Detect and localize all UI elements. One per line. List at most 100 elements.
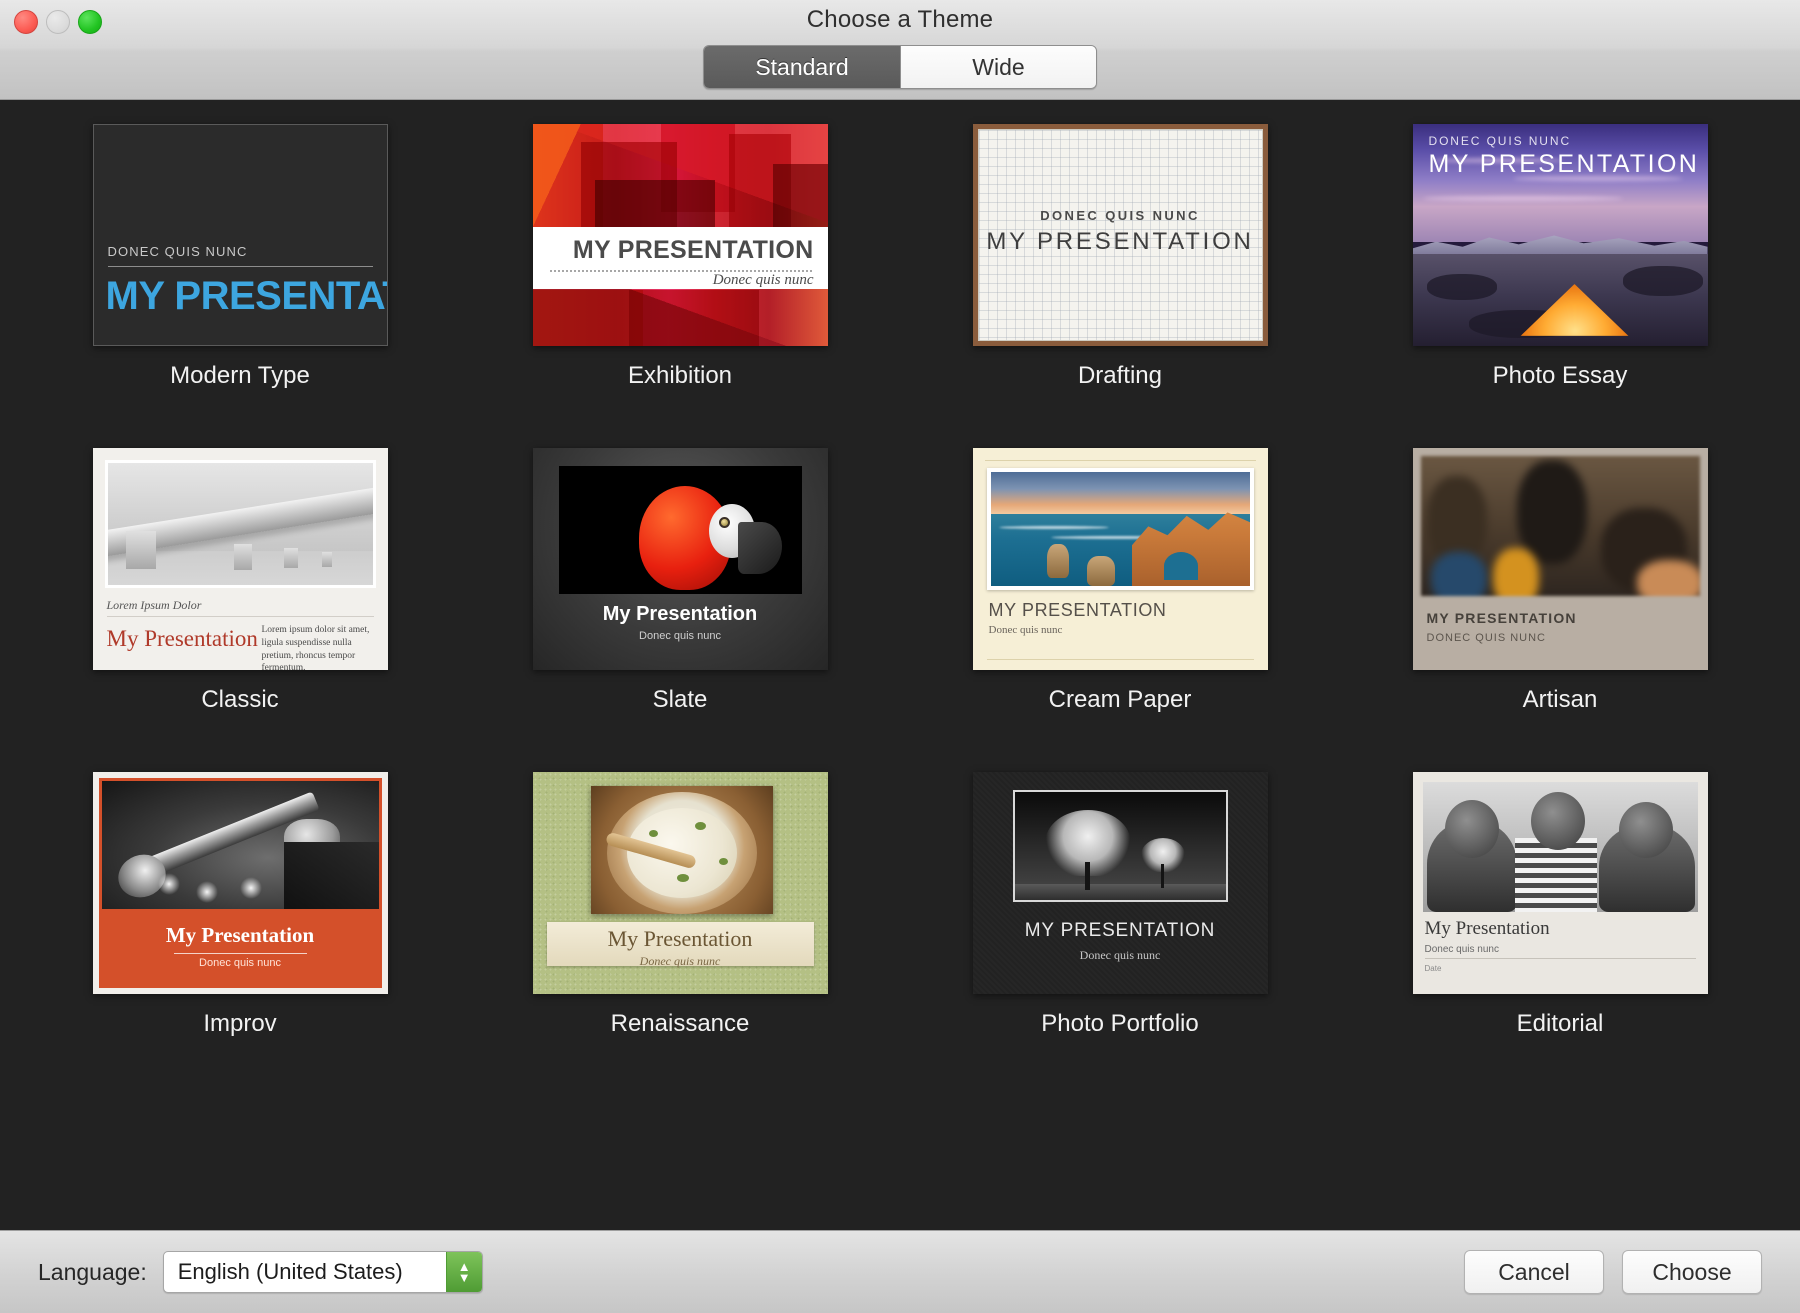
theme-preview-photo-essay[interactable]: DONEC QUIS NUNC MY PRESENTATION (1412, 124, 1708, 346)
theme-preview-editorial[interactable]: My Presentation Donec quis nunc Date (1412, 772, 1708, 994)
theme-item-editorial[interactable]: My Presentation Donec quis nunc Date Edi… (1380, 772, 1740, 1096)
theme-item-improv[interactable]: My Presentation Donec quis nunc Improv (60, 772, 420, 1096)
preview-title: MY PRESENTATION (1024, 920, 1216, 941)
theme-thumbnail-wrapper[interactable]: My Presentation Donec quis nunc (532, 772, 828, 994)
preview-photo (986, 468, 1254, 590)
theme-thumbnail-wrapper[interactable]: MY PRESENTATION Donec quis nunc (972, 448, 1268, 670)
preview-bottom-rule (986, 659, 1254, 660)
theme-thumbnail-wrapper[interactable]: MY PRESENTATION Donec quis nunc (972, 772, 1268, 994)
rock (1426, 274, 1497, 300)
theme-name-label: Slate (652, 686, 708, 713)
tab-wide[interactable]: Wide (900, 46, 1096, 88)
photo-rock (1086, 556, 1115, 586)
bridge-pier (125, 531, 156, 570)
photo-child-head (1618, 802, 1673, 858)
theme-thumbnail-wrapper[interactable]: Lorem Ipsum Dolor My Presentation Lorem … (92, 448, 388, 670)
dialog-footer: Language: English (United States) ▲ ▼ Ca… (0, 1230, 1800, 1313)
theme-preview-improv[interactable]: My Presentation Donec quis nunc (92, 772, 388, 994)
theme-preview-slate[interactable]: My Presentation Donec quis nunc (532, 448, 828, 670)
preview-title: My Presentation (1424, 918, 1550, 939)
theme-thumbnail-wrapper[interactable]: My Presentation Donec quis nunc (92, 772, 388, 994)
preview-photo (1422, 782, 1698, 912)
photo-amber-pot (1492, 548, 1539, 596)
photo-herb (676, 874, 689, 882)
preview-subtitle: Donec quis nunc (639, 630, 721, 642)
theme-item-slate[interactable]: My Presentation Donec quis nunc Slate (500, 448, 860, 772)
photo-vase (1516, 460, 1587, 564)
theme-thumbnail-wrapper[interactable]: DONEC QUIS NUNC MY PRESENTATION (972, 124, 1268, 346)
choose-theme-window: Choose a Theme Standard Wide DONEC QUIS … (0, 0, 1800, 1313)
preview-photo (1012, 790, 1228, 902)
preview-photo (101, 781, 379, 909)
preview-graph-paper: DONEC QUIS NUNC MY PRESENTATION (977, 129, 1263, 341)
theme-name-label: Drafting (1077, 362, 1163, 389)
photo-herb (694, 822, 706, 830)
language-selected-value: English (United States) (177, 1259, 403, 1284)
theme-item-photo-portfolio[interactable]: MY PRESENTATION Donec quis nunc Photo Po… (940, 772, 1300, 1096)
preview-top-rule (984, 460, 1256, 461)
choose-button[interactable]: Choose (1622, 1250, 1762, 1294)
photo-parrot-beak (738, 522, 783, 575)
theme-item-modern-type[interactable]: DONEC QUIS NUNC MY PRESENTATION Modern T… (60, 124, 420, 448)
theme-item-classic[interactable]: Lorem Ipsum Dolor My Presentation Lorem … (60, 448, 420, 772)
preview-subtitle: DONEC QUIS NUNC (1428, 134, 1572, 148)
theme-thumbnail-wrapper[interactable]: DONEC QUIS NUNC MY PRESENTATION (92, 124, 388, 346)
theme-preview-drafting[interactable]: DONEC QUIS NUNC MY PRESENTATION (972, 124, 1268, 346)
photo-child-head (1444, 800, 1499, 858)
theme-thumbnail-wrapper[interactable]: MY PRESENTATION Donec quis nunc (532, 124, 828, 346)
preview-title: My Presentation (607, 926, 753, 951)
theme-item-cream-paper[interactable]: MY PRESENTATION Donec quis nunc Cream Pa… (940, 448, 1300, 772)
preview-date: Date (1424, 964, 1442, 973)
art-square (628, 290, 759, 346)
theme-item-exhibition[interactable]: MY PRESENTATION Donec quis nunc Exhibiti… (500, 124, 860, 448)
preview-subtitle: Donec quis nunc (1424, 944, 1500, 955)
theme-preview-renaissance[interactable]: My Presentation Donec quis nunc (532, 772, 828, 994)
theme-preview-exhibition[interactable]: MY PRESENTATION Donec quis nunc (532, 124, 828, 346)
theme-name-label: Editorial (1516, 1010, 1604, 1037)
photo-wave (998, 526, 1109, 529)
theme-preview-photo-portfolio[interactable]: MY PRESENTATION Donec quis nunc (972, 772, 1268, 994)
stepper-icon[interactable]: ▲ ▼ (445, 1252, 482, 1292)
theme-preview-classic[interactable]: Lorem Ipsum Dolor My Presentation Lorem … (92, 448, 388, 670)
cloud-streak (1422, 196, 1623, 201)
slide-size-segmented-control[interactable]: Standard Wide (703, 45, 1097, 89)
theme-item-photo-essay[interactable]: DONEC QUIS NUNC MY PRESENTATION Photo Es… (1380, 124, 1740, 448)
preview-rule (106, 616, 374, 617)
preview-photo (1420, 456, 1700, 596)
preview-title: My Presentation (106, 626, 258, 651)
chevron-down-icon[interactable]: ▼ (458, 1271, 471, 1284)
language-popup-button[interactable]: English (United States) ▲ ▼ (162, 1251, 483, 1293)
photo-blue-pot (1430, 552, 1487, 596)
tab-standard[interactable]: Standard (704, 46, 900, 88)
photo-sky (990, 472, 1250, 514)
theme-name-label: Photo Portfolio (1041, 1010, 1199, 1037)
theme-thumbnail-wrapper[interactable]: MY PRESENTATION DONEC QUIS NUNC (1412, 448, 1708, 670)
photo-parrot-eye (718, 517, 730, 529)
theme-thumbnail-wrapper[interactable]: My Presentation Donec quis nunc (532, 448, 828, 670)
theme-name-label: Improv (203, 1010, 277, 1037)
theme-preview-artisan[interactable]: MY PRESENTATION DONEC QUIS NUNC (1412, 448, 1708, 670)
window-titlebar: Choose a Theme Standard Wide (0, 0, 1800, 100)
preview-subtitle: DONEC QUIS NUNC (1040, 208, 1200, 223)
preview-title: My Presentation (602, 603, 758, 625)
preview-title: MY PRESENTATION (986, 228, 1254, 255)
photo-child-head (1530, 792, 1585, 850)
preview-title: MY PRESENTATION (572, 236, 814, 264)
theme-preview-cream-paper[interactable]: MY PRESENTATION Donec quis nunc (972, 448, 1268, 670)
preview-title: MY PRESENTATION (1428, 150, 1700, 178)
theme-grid: DONEC QUIS NUNC MY PRESENTATION Modern T… (60, 124, 1740, 1096)
theme-thumbnail-wrapper[interactable]: DONEC QUIS NUNC MY PRESENTATION (1412, 124, 1708, 346)
theme-thumbnail-wrapper[interactable]: My Presentation Donec quis nunc Date (1412, 772, 1708, 994)
bridge-pier (233, 543, 252, 570)
theme-grid-container: DONEC QUIS NUNC MY PRESENTATION Modern T… (0, 100, 1800, 1230)
bridge-pier (321, 552, 332, 568)
theme-item-artisan[interactable]: MY PRESENTATION DONEC QUIS NUNC Artisan (1380, 448, 1740, 772)
theme-name-label: Cream Paper (1048, 686, 1192, 713)
cancel-button[interactable]: Cancel (1464, 1250, 1604, 1294)
theme-name-label: Exhibition (627, 362, 733, 389)
theme-item-renaissance[interactable]: My Presentation Donec quis nunc Renaissa… (500, 772, 860, 1096)
theme-name-label: Renaissance (610, 1010, 750, 1037)
theme-item-drafting[interactable]: DONEC QUIS NUNC MY PRESENTATION Drafting (940, 124, 1300, 448)
theme-preview-modern-type[interactable]: DONEC QUIS NUNC MY PRESENTATION (92, 124, 388, 346)
photo-bokeh (239, 877, 262, 899)
